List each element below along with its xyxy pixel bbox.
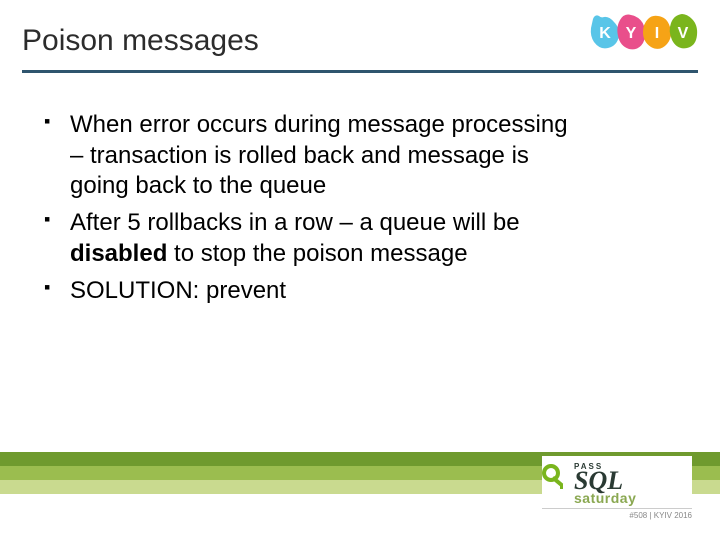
bullet-text: SOLUTION: prevent xyxy=(70,277,286,304)
slide: Poison messages K Y I V When error occur… xyxy=(0,0,720,540)
bullet-bold: disabled xyxy=(70,240,167,267)
page-title: Poison messages xyxy=(22,24,259,58)
header-divider xyxy=(22,70,698,73)
logo-letter-label: V xyxy=(678,25,689,43)
logo-letter-label: K xyxy=(599,25,611,43)
saturday-label: saturday xyxy=(574,490,692,506)
bullet-text: After 5 rollbacks in a row – a queue wil… xyxy=(70,209,520,236)
logo-letter-v: V xyxy=(668,14,698,50)
list-item: SOLUTION: prevent xyxy=(44,276,584,307)
bullet-text: to stop the poison message xyxy=(167,240,467,267)
list-item: After 5 rollbacks in a row – a queue wil… xyxy=(44,208,584,269)
event-tag: #508 | KYIV 2016 xyxy=(542,508,692,520)
key-icon xyxy=(542,464,568,492)
bullet-text: When error occurs during message process… xyxy=(70,111,568,199)
sql-label: SQL xyxy=(574,471,623,492)
logo-letter-label: I xyxy=(655,25,659,43)
list-item: When error occurs during message process… xyxy=(44,110,584,202)
bullet-list: When error occurs during message process… xyxy=(44,110,584,306)
slide-body: When error occurs during message process… xyxy=(44,110,584,312)
kyiv-logo: K Y I V xyxy=(594,14,698,50)
logo-letter-label: Y xyxy=(626,25,637,43)
sql-saturday-logo: PASS SQL saturday #508 | KYIV 2016 xyxy=(542,456,692,520)
